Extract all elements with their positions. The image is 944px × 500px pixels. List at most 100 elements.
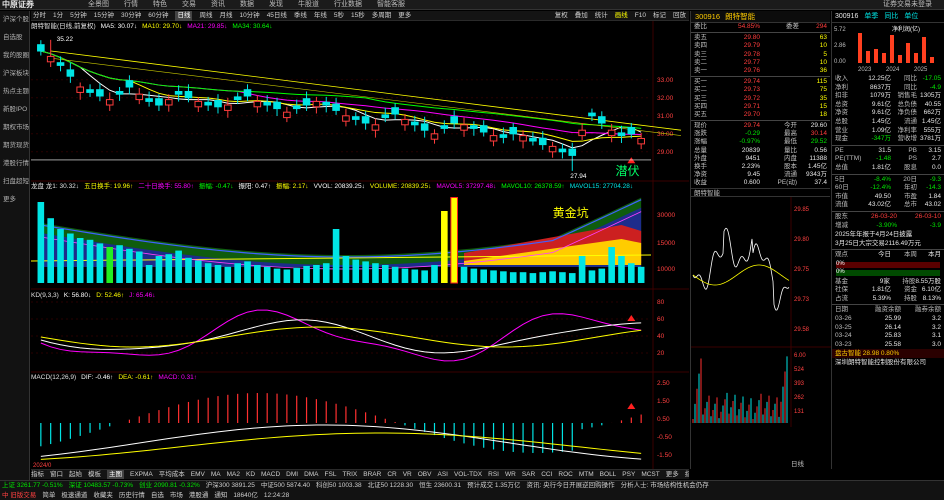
chart-tool-button[interactable]: 画线: [615, 11, 628, 21]
leftnav-item[interactable]: 沪深板块: [0, 65, 29, 83]
ticker-item[interactable]: 恒生 23600.31: [419, 481, 461, 491]
ticker-item[interactable]: 上证 3261.77 -0.51%: [2, 481, 63, 491]
leftnav-item[interactable]: 扫盘超短: [0, 173, 29, 191]
leftnav-item[interactable]: 港股行情: [0, 155, 29, 173]
period-tab[interactable]: 10分钟: [239, 11, 259, 21]
notice-block-trade[interactable]: 3月25日大宗交易2116.49万元: [832, 239, 944, 248]
orderbook-row[interactable]: 卖三 29.78 5: [691, 51, 830, 59]
orderbook-row[interactable]: 卖四 29.79 10: [691, 42, 830, 50]
leftnav-item[interactable]: 热点主题: [0, 83, 29, 101]
indicator-tab[interactable]: 窗口: [50, 470, 63, 479]
intraday-mini-chart[interactable]: 29.85 29.80 29.75 29.73 29.58 6.00 524 393 262 13…: [691, 196, 831, 427]
orderbook-row[interactable]: 卖五 29.80 63: [691, 34, 830, 42]
indicator-tab[interactable]: MACD: [261, 470, 280, 479]
chart-tool-button[interactable]: F10: [635, 11, 646, 21]
menu-item[interactable]: 资讯: [211, 0, 225, 10]
period-tab[interactable]: 分时: [33, 11, 46, 21]
chart-tool-button[interactable]: 回放: [673, 11, 686, 21]
indicator-tab[interactable]: 模板: [88, 470, 101, 479]
period-tab[interactable]: 年线: [314, 11, 327, 21]
indicator-tab[interactable]: FSL: [325, 470, 337, 479]
quick-link[interactable]: 中 旧版交易: [2, 491, 36, 500]
menu-item[interactable]: 交易: [182, 0, 196, 10]
indicator-tab[interactable]: OBV: [418, 470, 432, 479]
indicator-tab[interactable]: TRIX: [342, 470, 357, 479]
indicator-tab[interactable]: WR: [505, 470, 516, 479]
notice-report[interactable]: 2025年年报于4月24日披露: [832, 230, 944, 239]
period-tab[interactable]: 15秒: [351, 11, 365, 21]
quick-link[interactable]: 通知: [214, 491, 227, 500]
period-tab[interactable]: 30分钟: [121, 11, 141, 21]
indicator-tab[interactable]: CCI: [541, 470, 552, 479]
orderbook-row[interactable]: 买五 29.70 18: [691, 111, 830, 119]
ticker-item[interactable]: 创业 2090.81 -0.32%: [139, 481, 200, 491]
period-tab[interactable]: 更多: [398, 11, 411, 21]
leftnav-item[interactable]: 更多: [0, 191, 29, 209]
indicator-tab[interactable]: ASI: [437, 470, 447, 479]
chart-tool-button[interactable]: 统计: [595, 11, 608, 21]
indicator-tab[interactable]: VOL-TDX: [454, 470, 482, 479]
period-tab[interactable]: 5分钟: [70, 11, 87, 21]
indicator-tab[interactable]: KD: [246, 470, 255, 479]
period-tab[interactable]: 季线: [294, 11, 307, 21]
indicator-tab[interactable]: EXPMA: [130, 470, 153, 479]
indicator-tab[interactable]: EMV: [191, 470, 205, 479]
period-tab[interactable]: 60分钟: [148, 11, 168, 21]
quick-link[interactable]: 18640亿: [233, 491, 258, 500]
quick-link[interactable]: 港股通: [189, 491, 209, 500]
indicator-tab[interactable]: DMI: [286, 470, 298, 479]
indicator-tab[interactable]: 平均成本: [159, 470, 185, 479]
rating-month[interactable]: 本月: [917, 251, 941, 260]
rating-week[interactable]: 本周: [891, 251, 917, 260]
orderbook-row[interactable]: 卖一 29.76 36: [691, 67, 830, 75]
leftnav-item[interactable]: 我的股圈: [0, 47, 29, 65]
indicator-tab[interactable]: 起始: [69, 470, 82, 479]
trade-login-status[interactable]: 证券交易未登录: [883, 0, 932, 10]
tab-quarter[interactable]: 单季: [864, 11, 878, 22]
indicator-tab[interactable]: MCST: [641, 470, 659, 479]
quick-link[interactable]: 自选: [151, 491, 164, 500]
ticker-item[interactable]: 北证50 1228.30: [368, 481, 414, 491]
chart-tool-button[interactable]: 复权: [555, 11, 568, 21]
kline-chart-area[interactable]: 33.00 32.00 31.00 30.00 29.00 35.22 27.94 潜伏 3…: [30, 21, 689, 478]
ticker-item[interactable]: 中证500 5874.40: [261, 481, 310, 491]
related-stock[interactable]: 盘古智能 28.98 0.80%: [832, 349, 944, 359]
ticker-item[interactable]: 预计成交 1.35万亿: [467, 481, 520, 491]
menu-item[interactable]: 牛股道: [298, 0, 319, 10]
menu-item[interactable]: 发现: [269, 0, 283, 10]
indicator-tab[interactable]: MA: [211, 470, 221, 479]
indicator-tab[interactable]: PSY: [622, 470, 635, 479]
orderbook-row[interactable]: 买三 29.72 35: [691, 95, 830, 103]
quick-link[interactable]: 历史行情: [119, 491, 145, 500]
period-tab[interactable]: 月线: [219, 11, 232, 21]
leftnav-item[interactable]: 期权市场: [0, 119, 29, 137]
quick-link[interactable]: 12:24:28: [264, 491, 289, 500]
indicator-tab[interactable]: 指标: [31, 470, 44, 479]
indicator-tab[interactable]: CR: [387, 470, 396, 479]
menu-item[interactable]: 行业数据: [334, 0, 362, 10]
indicator-tab[interactable]: RSI: [488, 470, 499, 479]
menu-item[interactable]: 特色: [153, 0, 167, 10]
leftnav-item[interactable]: 新股IPO: [0, 101, 29, 119]
indicator-tab[interactable]: BOLL: [600, 470, 617, 479]
ticker-item[interactable]: 沪深300 3891.25: [206, 481, 255, 491]
kline-chart[interactable]: 33.0032.0031.0030.0029.00 35.2227.94 潜伏 3…: [30, 21, 689, 469]
menu-item[interactable]: 全景图: [88, 0, 109, 10]
indicator-tab[interactable]: MTM: [579, 470, 594, 479]
quick-link[interactable]: 极速通道: [61, 491, 87, 500]
period-tab[interactable]: 45日线: [267, 11, 287, 21]
tab-unit[interactable]: 单位: [904, 11, 918, 22]
indicator-tab[interactable]: 指标: [685, 470, 689, 479]
menu-item[interactable]: 数据: [240, 0, 254, 10]
period-tab[interactable]: 周线: [199, 11, 212, 21]
menu-item[interactable]: 行情: [124, 0, 138, 10]
leftnav-item[interactable]: 期货现货: [0, 137, 29, 155]
indicator-tab[interactable]: 主图: [107, 470, 124, 479]
indicator-tab[interactable]: DMA: [304, 470, 318, 479]
orderbook-row[interactable]: 卖二 29.77 10: [691, 59, 830, 67]
chart-tool-button[interactable]: 标记: [653, 11, 666, 21]
period-tab[interactable]: 日线: [175, 11, 193, 21]
period-tab[interactable]: 15分钟: [94, 11, 114, 21]
orderbook-row[interactable]: 买四 29.71 15: [691, 103, 830, 111]
leftnav-item[interactable]: 自选股: [0, 29, 29, 47]
